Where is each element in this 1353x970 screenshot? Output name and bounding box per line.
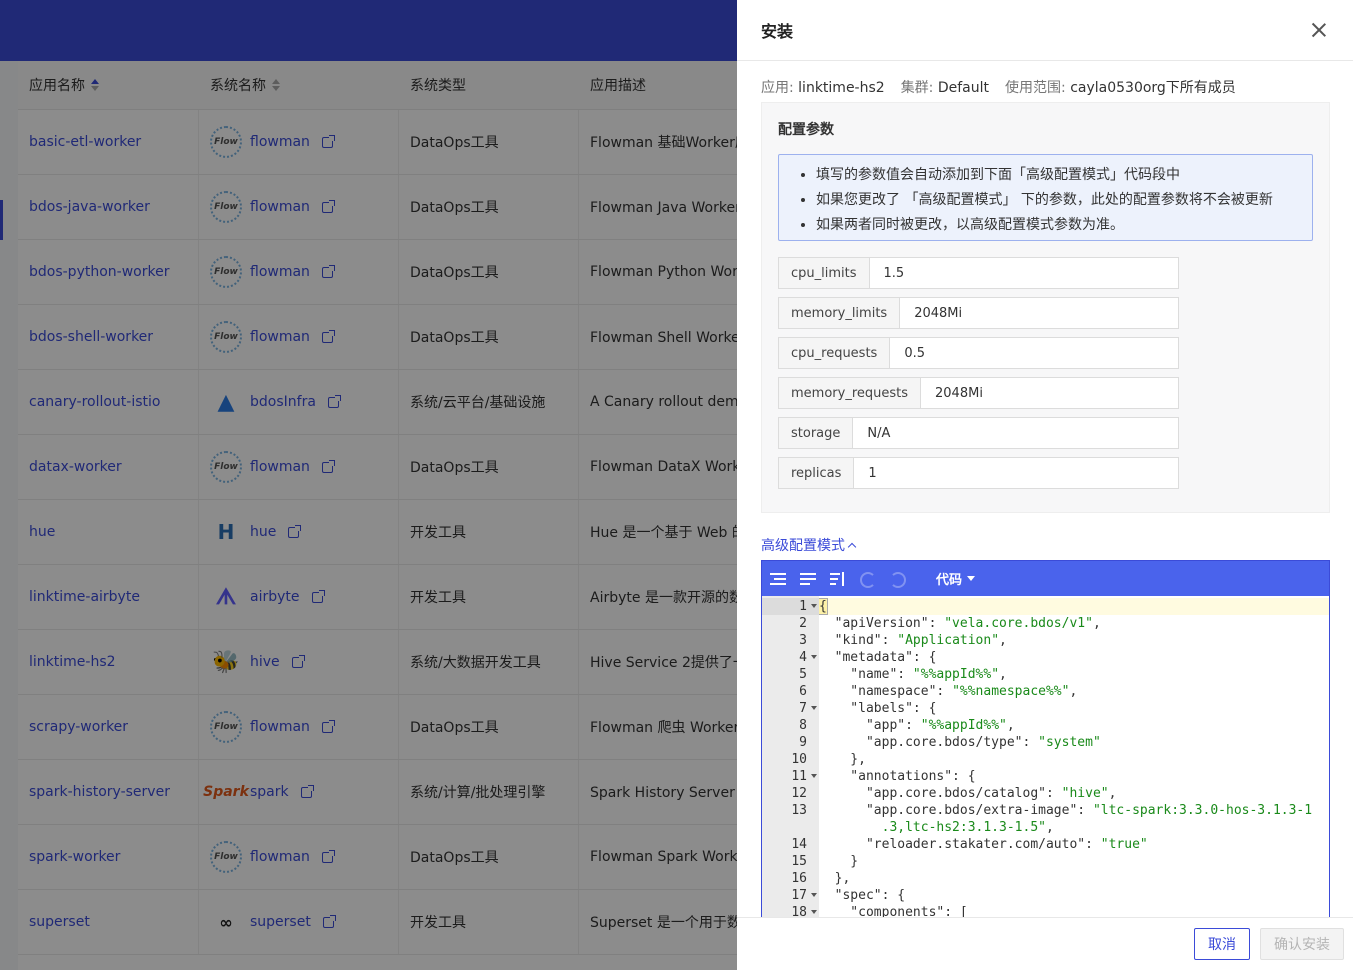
compact-icon[interactable] xyxy=(800,570,818,588)
code-line[interactable]: "labels": { xyxy=(819,700,1329,717)
line-number: 18 xyxy=(762,904,819,917)
param-label: cpu_limits xyxy=(779,258,870,288)
code-line[interactable]: "annotations": { xyxy=(819,768,1329,785)
drawer-body: 应用: linktime-hs2 集群: Default 使用范围: cayla… xyxy=(737,61,1353,917)
info-item: 填写的参数值会自动添加到下面「高级配置模式」代码段中 xyxy=(816,163,1312,188)
close-icon[interactable] xyxy=(1309,20,1329,40)
fold-arrow-icon[interactable] xyxy=(811,774,817,778)
line-number: 5 xyxy=(799,667,807,682)
line-number: 1 xyxy=(762,598,819,615)
code-line[interactable]: "app.core.bdos/type": "system" xyxy=(819,734,1329,751)
param-label: replicas xyxy=(779,458,855,488)
code-line[interactable]: "app.core.bdos/catalog": "hive", xyxy=(819,785,1329,802)
line-number: 10 xyxy=(791,752,807,767)
param-replicas: replicas xyxy=(778,457,1179,489)
code-editor[interactable]: 代码 1 2 3 4 5 6 7 8 9 10 11 12 13 14 15 16 17 18 { "apiVer… xyxy=(761,560,1330,917)
line-number: 14 xyxy=(791,837,807,852)
cpu-limits-input[interactable] xyxy=(869,258,1178,288)
code-line[interactable]: } xyxy=(819,853,1329,870)
param-storage: storage xyxy=(778,417,1179,449)
param-label: storage xyxy=(779,418,854,448)
param-cpu-limits: cpu_limits xyxy=(778,257,1179,289)
line-number: 4 xyxy=(762,649,819,666)
caret-down-icon xyxy=(967,576,976,581)
editor-toolbar: 代码 xyxy=(762,561,1329,596)
param-memory-requests: memory_requests xyxy=(778,377,1179,409)
cancel-button[interactable]: 取消 xyxy=(1194,928,1250,960)
code-line[interactable]: { xyxy=(818,598,1329,615)
line-gutter: 1 2 3 4 5 6 7 8 9 10 11 12 13 14 15 16 17 18 xyxy=(762,596,819,917)
line-number: 17 xyxy=(762,887,819,904)
install-meta: 应用: linktime-hs2 集群: Default 使用范围: cayla… xyxy=(761,80,1236,96)
code-area[interactable]: 1 2 3 4 5 6 7 8 9 10 11 12 13 14 15 16 17 18 { "apiVersio… xyxy=(762,596,1329,917)
param-cpu-requests: cpu_requests xyxy=(778,337,1179,369)
config-title: 配置参数 xyxy=(778,122,834,138)
line-number: 8 xyxy=(799,718,807,733)
line-number: 7 xyxy=(762,700,819,717)
confirm-install-button[interactable]: 确认安装 xyxy=(1260,928,1344,960)
drawer-footer: 取消 确认安装 xyxy=(737,917,1353,970)
install-drawer: 安装 应用: linktime-hs2 集群: Default 使用范围: ca… xyxy=(737,0,1353,970)
line-number: 12 xyxy=(791,786,807,801)
code-line[interactable]: "components": [ xyxy=(819,904,1329,917)
drawer-title: 安装 xyxy=(761,22,794,41)
chevron-up-icon xyxy=(847,542,857,551)
fold-arrow-icon[interactable] xyxy=(811,655,817,659)
code-line[interactable]: "apiVersion": "vela.core.bdos/v1", xyxy=(819,615,1329,632)
scope-value: cayla0530org下所有成员 xyxy=(1070,80,1236,96)
code-line[interactable]: "app.core.bdos/extra-image": "ltc-spark:… xyxy=(819,802,1329,836)
format-icon[interactable] xyxy=(770,570,788,588)
fold-arrow-icon[interactable] xyxy=(811,910,817,914)
cpu-requests-input[interactable] xyxy=(890,338,1178,368)
info-item: 如果您更改了 「高级配置模式」 下的参数，此处的配置参数将不会被更新 xyxy=(816,188,1312,213)
memory-limits-input[interactable] xyxy=(900,298,1178,328)
line-number: 2 xyxy=(799,616,807,631)
undo-icon[interactable] xyxy=(860,570,878,588)
advanced-mode-toggle[interactable]: 高级配置模式 xyxy=(761,535,1330,555)
line-number: 11 xyxy=(762,768,819,785)
line-number: 16 xyxy=(791,871,807,886)
code-line[interactable]: }, xyxy=(819,870,1329,887)
editor-mode-dropdown[interactable]: 代码 xyxy=(936,569,976,588)
code-line[interactable]: "reloader.stakater.com/auto": "true" xyxy=(819,836,1329,853)
code-line[interactable]: "kind": "Application", xyxy=(819,632,1329,649)
param-memory-limits: memory_limits xyxy=(778,297,1179,329)
line-number: 9 xyxy=(799,735,807,750)
cluster-value: Default xyxy=(937,80,990,96)
fold-arrow-icon[interactable] xyxy=(811,893,817,897)
line-number: 3 xyxy=(799,633,807,648)
info-alert: 填写的参数值会自动添加到下面「高级配置模式」代码段中 如果您更改了 「高级配置模… xyxy=(778,154,1313,241)
code-line[interactable]: "app": "%%appId%%", xyxy=(819,717,1329,734)
storage-input[interactable] xyxy=(853,418,1178,448)
redo-icon[interactable] xyxy=(890,570,908,588)
fold-arrow-icon[interactable] xyxy=(811,706,817,710)
param-label: memory_requests xyxy=(779,378,922,408)
code-line[interactable]: "namespace": "%%namespace%%", xyxy=(819,683,1329,700)
line-number: 15 xyxy=(791,854,807,869)
line-number: 13 xyxy=(791,803,807,818)
config-panel: 配置参数 填写的参数值会自动添加到下面「高级配置模式」代码段中 如果您更改了 「… xyxy=(761,102,1330,513)
replicas-input[interactable] xyxy=(854,458,1178,488)
code-content[interactable]: { "apiVersion": "vela.core.bdos/v1", "ki… xyxy=(818,596,1329,917)
code-line[interactable]: }, xyxy=(819,751,1329,768)
drawer-header: 安装 xyxy=(737,0,1353,61)
fold-arrow-icon[interactable] xyxy=(811,604,817,608)
app-value: linktime-hs2 xyxy=(798,80,885,96)
line-number: 6 xyxy=(799,684,807,699)
code-line[interactable]: "metadata": { xyxy=(819,649,1329,666)
code-line[interactable]: "name": "%%appId%%", xyxy=(819,666,1329,683)
param-label: memory_limits xyxy=(779,298,901,328)
memory-requests-input[interactable] xyxy=(921,378,1178,408)
code-line[interactable]: "spec": { xyxy=(819,887,1329,904)
sort-icon[interactable] xyxy=(830,570,848,588)
param-label: cpu_requests xyxy=(779,338,891,368)
info-item: 如果两者同时被更改，以高级配置模式参数为准。 xyxy=(816,213,1312,238)
